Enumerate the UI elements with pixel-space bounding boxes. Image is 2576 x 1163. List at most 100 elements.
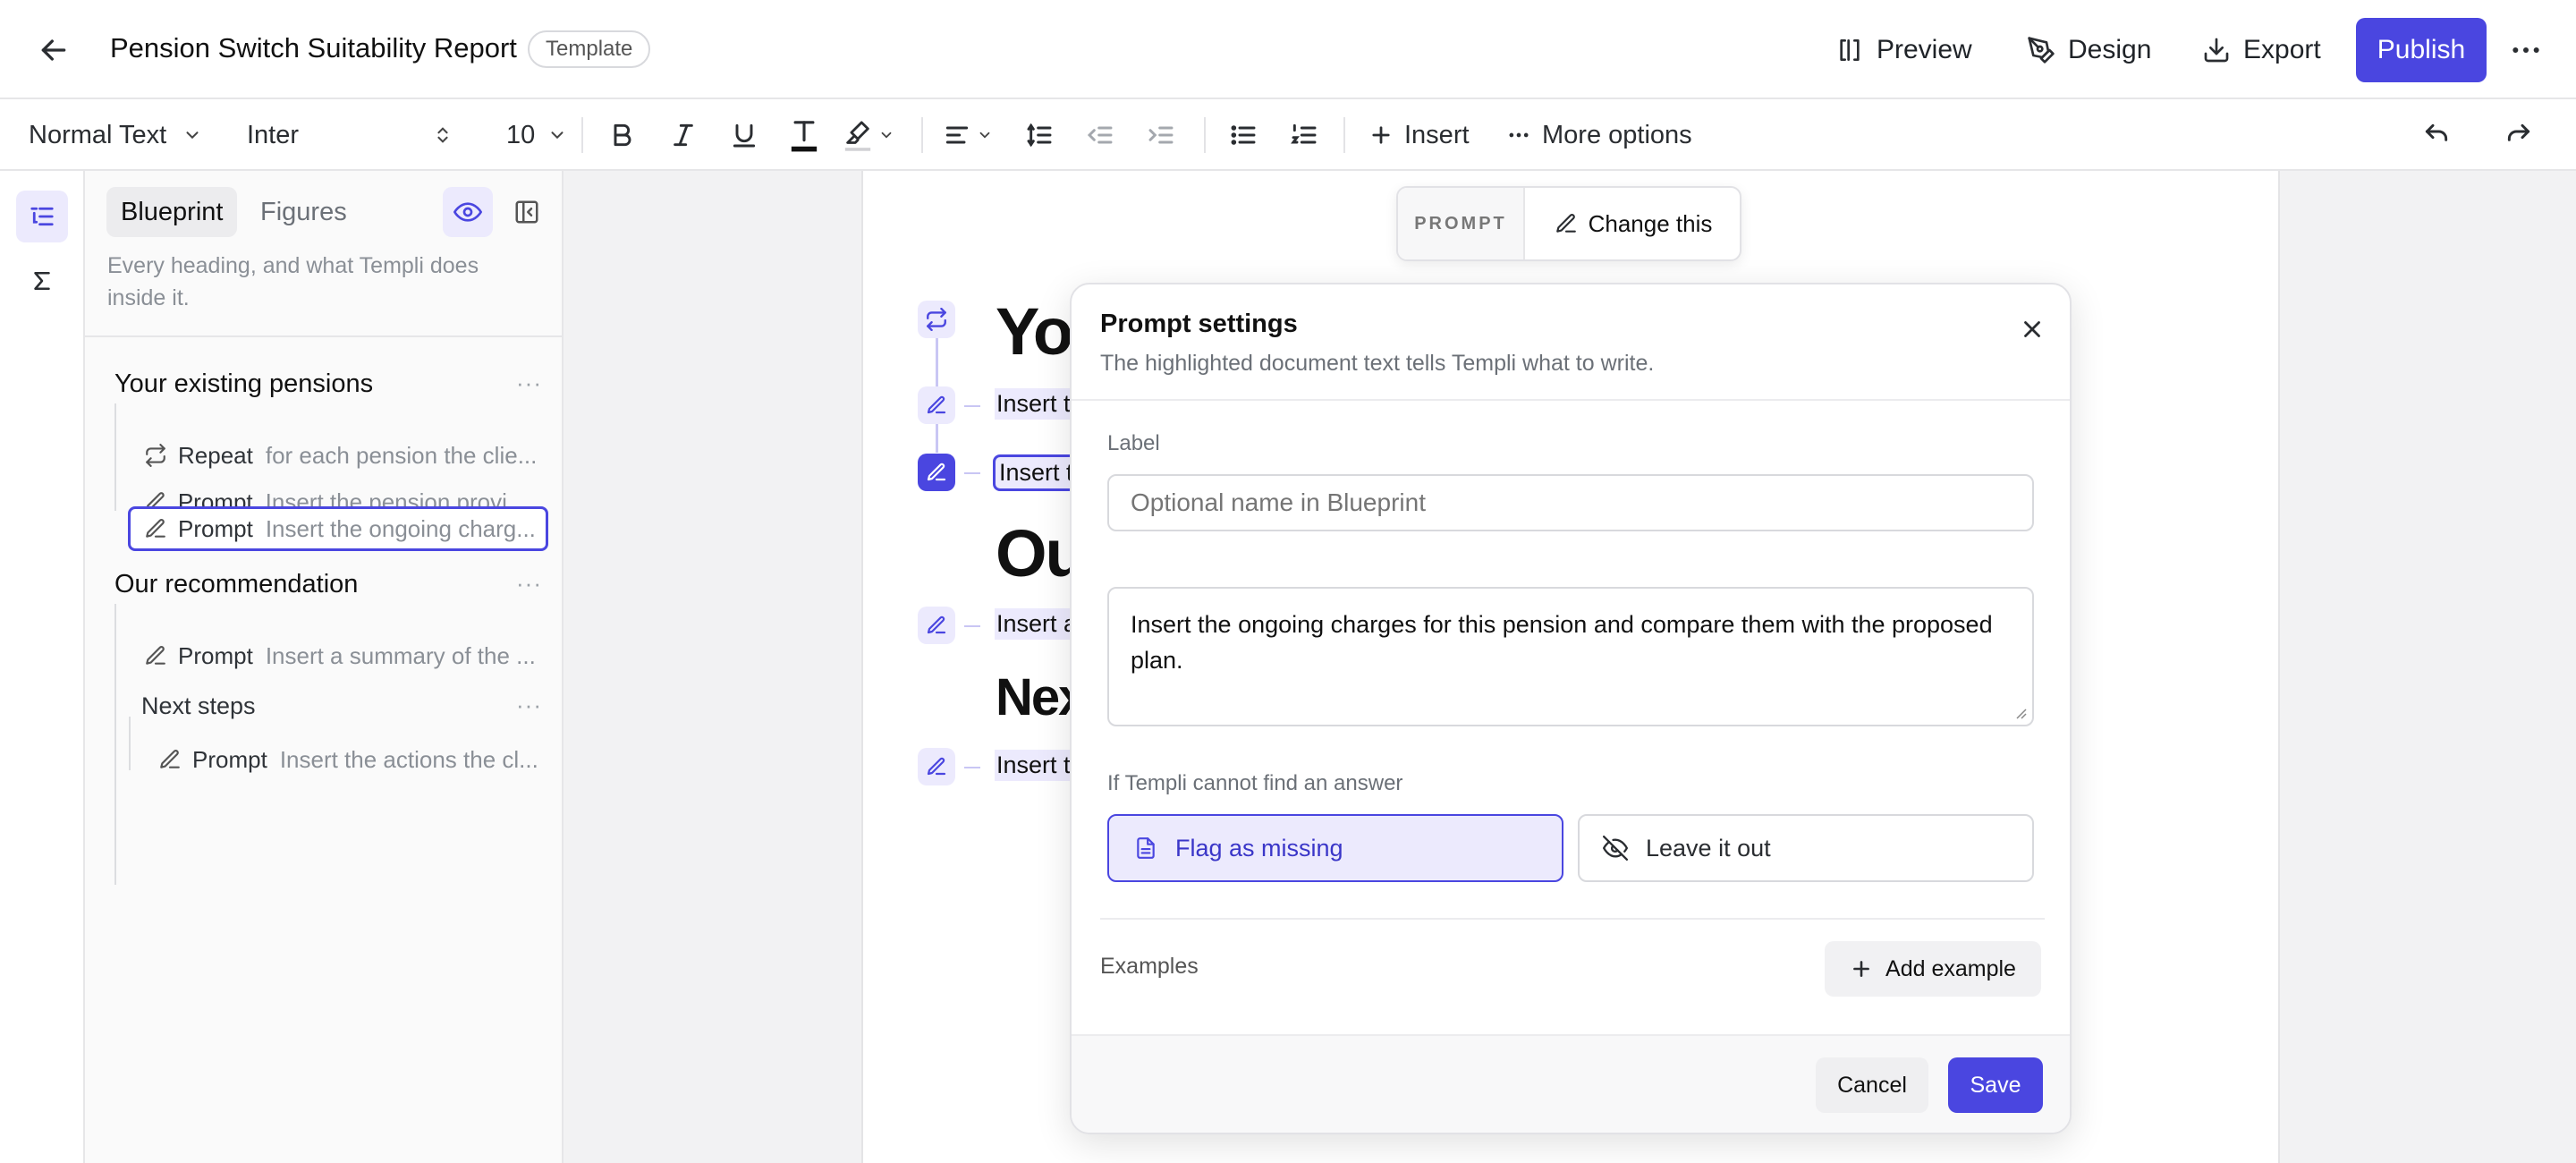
toolbar-divider xyxy=(1204,117,1206,153)
align-button[interactable] xyxy=(943,99,993,171)
insert-button[interactable]: Insert xyxy=(1368,99,1470,171)
more-menu-button[interactable] xyxy=(2508,32,2544,68)
chevron-updown-icon xyxy=(437,127,448,143)
prompt-text: Insert the ongoing charges for this pens… xyxy=(1131,611,1993,674)
prompt-marker[interactable] xyxy=(918,386,955,424)
tree-heading[interactable]: Our recommendation xyxy=(114,565,508,604)
flag-missing-label: Flag as missing xyxy=(1175,834,1343,862)
tree-guide xyxy=(114,403,116,511)
tree-row-menu[interactable]: ··· xyxy=(516,570,542,598)
collapse-panel-icon xyxy=(515,200,538,224)
tree-subheading[interactable]: Next steps xyxy=(141,686,499,726)
redo-button[interactable] xyxy=(2504,99,2533,171)
pencil-icon xyxy=(927,463,946,481)
outdent-button[interactable] xyxy=(1086,99,1114,171)
tree-item-text: Insert the ongoing charg... xyxy=(265,514,536,542)
tree-heading[interactable]: Your existing pensions xyxy=(114,364,508,403)
panel-divider xyxy=(85,335,564,337)
prompt-marker[interactable] xyxy=(918,607,955,644)
font-size-select[interactable]: 10 xyxy=(506,99,567,171)
resize-handle-icon[interactable] xyxy=(2012,705,2027,719)
top-bar: Pension Switch Suitability Report Templa… xyxy=(0,0,2576,99)
figures-rail-button[interactable] xyxy=(16,255,68,307)
chevron-down-icon xyxy=(186,132,199,140)
flag-missing-option[interactable]: Flag as missing xyxy=(1107,814,1563,882)
export-button[interactable]: Export xyxy=(2191,18,2332,82)
prompt-marker-active[interactable] xyxy=(918,454,955,491)
tree-item-prompt[interactable]: Prompt Insert a summary of the ... xyxy=(144,636,538,675)
blueprint-panel: Blueprint Figures Every heading, and wha… xyxy=(85,171,564,1163)
indent-icon xyxy=(1148,126,1174,144)
font-value: Inter xyxy=(247,120,300,149)
underline-button[interactable] xyxy=(730,99,758,171)
save-button[interactable]: Save xyxy=(1948,1057,2043,1113)
font-select[interactable]: Inter xyxy=(247,99,453,171)
visibility-toggle[interactable] xyxy=(443,187,493,237)
export-label: Export xyxy=(2243,35,2321,64)
toolbar-divider xyxy=(921,117,923,153)
preview-icon xyxy=(1840,39,1860,61)
repeat-icon xyxy=(146,444,165,467)
text-style-select[interactable]: Normal Text xyxy=(29,99,202,171)
doc-prompt-line[interactable]: Insert t xyxy=(995,388,1072,420)
close-button[interactable] xyxy=(2012,310,2052,349)
sigma-icon xyxy=(34,272,50,290)
indent-button[interactable] xyxy=(1147,99,1175,171)
page-title: Pension Switch Suitability Report xyxy=(110,32,517,64)
text-style-value: Normal Text xyxy=(29,120,167,149)
doc-prompt-line-active[interactable]: Insert t xyxy=(993,454,1080,491)
eye-off-icon xyxy=(1603,836,1628,861)
preview-button[interactable]: Preview xyxy=(1825,18,1983,82)
prompt-marker[interactable] xyxy=(918,748,955,785)
tree-item-prompt-selected[interactable]: Prompt Insert the ongoing charg... xyxy=(128,506,548,551)
publish-button[interactable]: Publish xyxy=(2356,18,2487,82)
doc-prompt-line[interactable]: Insert t xyxy=(995,750,1072,781)
outline-icon xyxy=(30,207,54,226)
bullet-list-button[interactable] xyxy=(1229,99,1258,171)
tree-item-repeat[interactable]: Repeat for each pension the clie... xyxy=(144,436,538,475)
highlight-button[interactable] xyxy=(843,99,894,171)
line-height-button[interactable] xyxy=(1025,99,1054,171)
tree-row-menu[interactable]: ··· xyxy=(516,692,542,719)
tab-blueprint[interactable]: Blueprint xyxy=(106,187,238,237)
redo-icon xyxy=(2507,123,2530,141)
doc-prompt-line[interactable]: Insert a xyxy=(995,608,1080,640)
repeat-marker[interactable] xyxy=(918,301,955,338)
label-input[interactable] xyxy=(1107,474,2034,531)
pencil-icon xyxy=(927,615,946,634)
font-size-value: 10 xyxy=(506,120,536,149)
back-button[interactable] xyxy=(36,32,72,68)
fallback-caption: If Templi cannot find an answer xyxy=(1107,771,1403,795)
toolbar-divider xyxy=(1343,117,1345,153)
dialog-divider xyxy=(1072,399,2070,401)
numbered-list-button[interactable] xyxy=(1290,99,1318,171)
chevron-down-icon xyxy=(881,132,892,139)
outline-rail-button[interactable] xyxy=(16,191,68,242)
bold-button[interactable] xyxy=(608,99,637,171)
tab-figures[interactable]: Figures xyxy=(251,187,356,237)
prompt-tag: PROMPT xyxy=(1398,188,1525,259)
add-example-label: Add example xyxy=(1885,955,2016,981)
leave-out-option[interactable]: Leave it out xyxy=(1578,814,2034,882)
tree-item-prompt[interactable]: Prompt Insert the actions the cl... xyxy=(158,740,543,779)
change-this-button[interactable]: Change this xyxy=(1527,188,1740,259)
tree-row-menu[interactable]: ··· xyxy=(516,369,542,397)
collapse-panel-button[interactable] xyxy=(502,187,552,237)
tree-guide xyxy=(129,717,131,770)
prompt-textarea[interactable]: Insert the ongoing charges for this pens… xyxy=(1107,587,2034,726)
label-caption: Label xyxy=(1107,431,1160,455)
more-options-button[interactable]: More options xyxy=(1506,99,1692,171)
toolbar-divider xyxy=(581,117,583,153)
chevron-down-icon xyxy=(551,132,564,140)
pencil-icon xyxy=(146,519,165,538)
add-example-button[interactable]: Add example xyxy=(1825,941,2041,997)
panel-description: Every heading, and what Templi does insi… xyxy=(107,253,479,310)
cancel-button[interactable]: Cancel xyxy=(1816,1057,1928,1113)
design-button[interactable]: Design xyxy=(2016,18,2162,82)
text-color-button[interactable] xyxy=(789,99,819,171)
change-this-label: Change this xyxy=(1588,209,1713,237)
undo-button[interactable] xyxy=(2422,99,2451,171)
pencil-icon xyxy=(927,757,946,776)
more-icon xyxy=(1509,132,1529,138)
italic-button[interactable] xyxy=(669,99,698,171)
